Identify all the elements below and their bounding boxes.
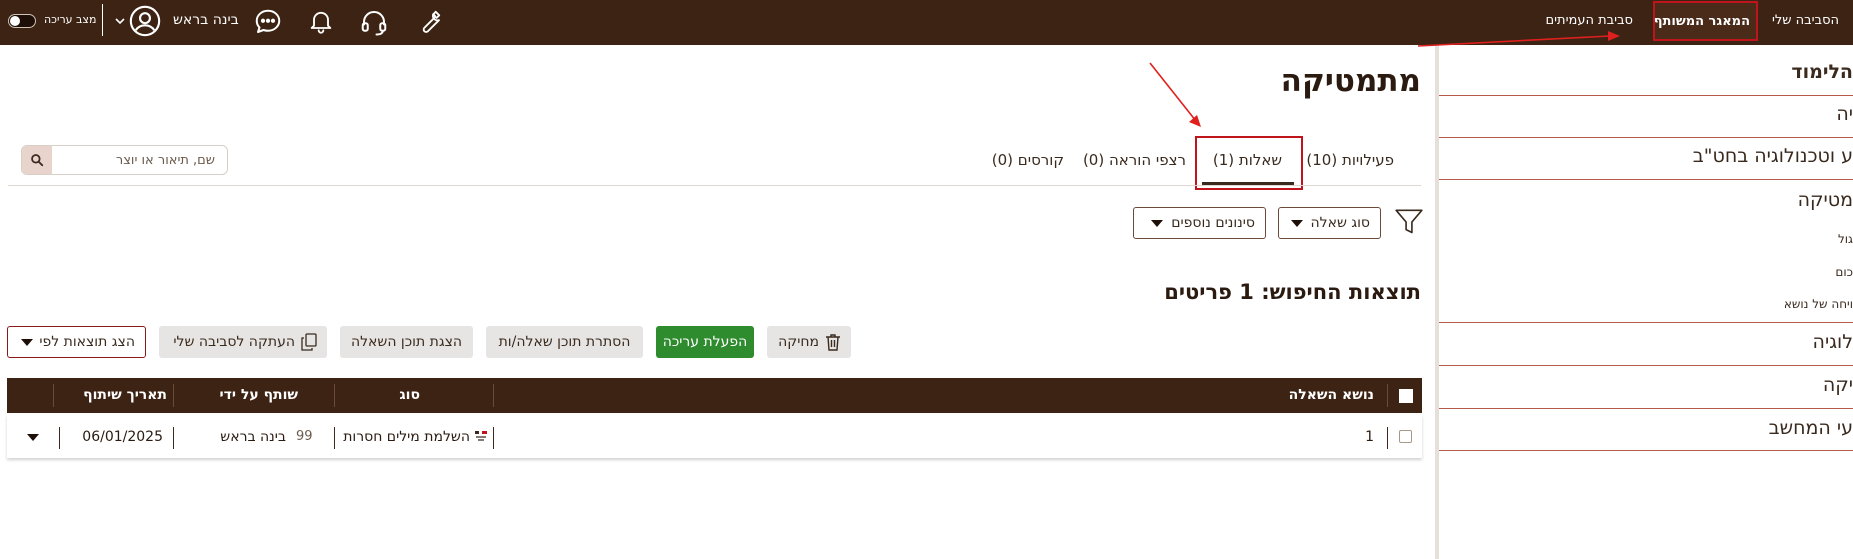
sidebar-divider <box>1439 365 1853 366</box>
sidebar-divider <box>1439 450 1853 451</box>
nav-peer-environment[interactable]: סביבת העמיתים <box>1546 13 1634 28</box>
column-divider <box>53 384 54 407</box>
page-title: מתמטיקה <box>1280 63 1421 99</box>
search-button[interactable] <box>22 146 52 174</box>
row-type: השלמת מילים חסרות <box>343 429 470 445</box>
expand-row-icon[interactable] <box>27 434 39 441</box>
sidebar-item[interactable]: יה <box>1836 103 1853 125</box>
tab-teaching-sequences[interactable]: רצפי הוראה (0) <box>1083 151 1186 169</box>
column-divider <box>1387 384 1388 407</box>
sidebar-item-math[interactable]: מטיקה <box>1798 189 1853 211</box>
user-avatar-icon[interactable] <box>127 3 163 39</box>
sidebar-heading: הלימוד <box>1791 61 1853 83</box>
sidebar-item[interactable]: עי המחשב <box>1769 417 1853 439</box>
row-topic: 1 <box>1365 429 1374 445</box>
sidebar-item[interactable]: ע וטכנולוגיה בחט"ב <box>1693 145 1853 167</box>
chevron-down-icon[interactable] <box>113 14 127 28</box>
edit-mode-toggle[interactable] <box>8 14 36 28</box>
column-divider <box>1387 427 1388 449</box>
enable-edit-label: הפעלת עריכה <box>662 334 748 350</box>
topbar-divider <box>102 4 103 36</box>
row-share-date: 06/01/2025 <box>82 429 163 445</box>
annotation-arrowhead <box>1189 115 1201 127</box>
column-divider <box>173 384 174 407</box>
table-header: נושא השאלה סוג שותף על ידי תאריך שיתוף <box>7 378 1422 413</box>
more-filters-label: סינונים נוספים <box>1171 215 1255 231</box>
row-shared-by: בינה בראש <box>220 429 286 445</box>
row-checkbox[interactable] <box>1399 430 1412 443</box>
sidebar-subitem[interactable]: ויחה של נושא <box>1784 297 1853 311</box>
sidebar-divider <box>1439 179 1853 180</box>
column-divider <box>334 384 335 407</box>
show-content-label: הצגת תוכן השאלה <box>350 334 463 350</box>
enable-edit-button[interactable]: הפעלת עריכה <box>656 326 754 358</box>
question-type-dropdown[interactable]: סוג שאלה <box>1278 207 1381 239</box>
user-name[interactable]: בינה בראש <box>173 12 239 28</box>
sidebar-subitem[interactable]: גול <box>1838 232 1853 246</box>
sidebar-divider <box>1439 137 1853 138</box>
hide-content-label: הסתרת תוכן שאלה/ות <box>498 334 631 350</box>
sidebar-item[interactable]: יקה <box>1823 374 1853 396</box>
sidebar-divider <box>1439 408 1853 409</box>
top-navigation-bar: הסביבה שלי המאגר המשותף סביבת העמיתים בי… <box>0 0 1853 45</box>
user-badge: 99 <box>296 429 313 444</box>
search-input[interactable]: שם, תיאור או יוצר <box>116 153 215 168</box>
headset-icon[interactable] <box>357 5 391 39</box>
bell-icon[interactable] <box>305 5 337 37</box>
nav-my-environment[interactable]: הסביבה שלי <box>1772 13 1839 28</box>
edit-mode-label: מצב עריכה <box>44 13 97 26</box>
wrench-icon[interactable] <box>414 5 446 37</box>
tabs-divider <box>8 185 1421 186</box>
hide-question-content-button[interactable]: הסתרת תוכן שאלה/ות <box>486 326 643 358</box>
search-icon <box>31 154 44 167</box>
annotation-arrow <box>1149 62 1197 122</box>
tab-courses[interactable]: קורסים (0) <box>992 151 1064 169</box>
copy-icon <box>301 333 317 351</box>
copy-to-env-label: העתקה לסביבה שלי <box>173 334 295 350</box>
table-row[interactable]: 1 השלמת מילים חסרות 99 בינה בראש 06/01/2… <box>7 415 1422 458</box>
trash-icon <box>826 334 840 351</box>
chat-icon[interactable] <box>251 5 285 39</box>
show-question-content-button[interactable]: הצגת תוכן השאלה <box>340 326 473 358</box>
nav-shared-repository-label: המאגר המשותף <box>1653 14 1750 29</box>
sidebar-divider <box>1439 95 1853 96</box>
select-all-checkbox[interactable] <box>1399 389 1413 403</box>
column-divider <box>493 427 494 449</box>
column-header-shared-by[interactable]: שותף על ידי <box>220 387 298 403</box>
column-header-type[interactable]: סוג <box>399 387 420 403</box>
delete-label: מחיקה <box>778 334 819 350</box>
sidebar-item[interactable]: לוגיה <box>1813 331 1853 353</box>
sidebar-divider <box>1439 322 1853 323</box>
tab-activities[interactable]: פעילויות (10) <box>1306 151 1394 169</box>
question-type-label: סוג שאלה <box>1310 215 1371 231</box>
show-results-by-label: הצג תוצאות לפי <box>39 334 135 350</box>
show-results-by-dropdown[interactable]: הצג תוצאות לפי <box>7 326 146 358</box>
fill-in-blanks-icon <box>473 429 489 443</box>
search-box[interactable]: שם, תיאור או יוצר <box>21 145 228 175</box>
column-header-topic[interactable]: נושא השאלה <box>1289 387 1374 403</box>
more-filters-dropdown[interactable]: סינונים נוספים <box>1133 207 1266 239</box>
caret-down-icon <box>1290 219 1303 227</box>
column-divider <box>493 384 494 407</box>
column-divider <box>334 427 335 449</box>
copy-to-my-environment-button[interactable]: העתקה לסביבה שלי <box>159 326 327 358</box>
subject-sidebar: הלימוד יה ע וטכנולוגיה בחט"ב מטיקה גול כ… <box>1435 45 1853 559</box>
delete-button[interactable]: מחיקה <box>767 326 851 358</box>
column-divider <box>173 427 174 449</box>
nav-shared-repository[interactable]: המאגר המשותף <box>1653 1 1758 41</box>
filter-icon[interactable] <box>1393 207 1425 237</box>
sidebar-subitem[interactable]: כום <box>1835 265 1853 279</box>
column-divider <box>59 427 60 449</box>
caret-down-icon <box>21 338 34 346</box>
caret-down-icon <box>1151 219 1164 227</box>
column-header-share-date[interactable]: תאריך שיתוף <box>83 387 167 403</box>
search-results-heading: תוצאות החיפוש: 1 פריטים <box>1164 280 1421 304</box>
tab-questions[interactable]: שאלות (1) <box>1213 151 1282 169</box>
